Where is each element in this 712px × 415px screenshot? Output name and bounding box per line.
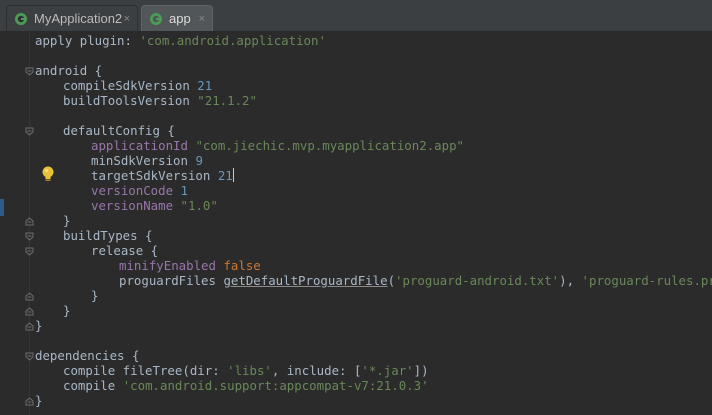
text-caret bbox=[232, 168, 234, 182]
tab-app[interactable]: app × bbox=[141, 5, 213, 31]
code-line: compile fileTree(dir: 'libs', include: [… bbox=[63, 363, 429, 378]
code-line: compile 'com.android.support:appcompat-v… bbox=[63, 378, 429, 393]
gradle-project-icon bbox=[149, 12, 163, 26]
fold-marker-icon[interactable] bbox=[25, 292, 34, 301]
code-line: } bbox=[35, 393, 43, 408]
code-line: versionName "1.0" bbox=[91, 198, 218, 213]
fold-marker-icon[interactable] bbox=[25, 397, 34, 406]
code-line: targetSdkVersion 21 bbox=[91, 168, 234, 183]
close-icon[interactable]: × bbox=[124, 13, 130, 25]
code-editor[interactable]: apply plugin: 'com.android.application' … bbox=[35, 33, 712, 415]
editor-tab-bar: MyApplication2 × app × bbox=[0, 0, 712, 32]
code-line: } bbox=[35, 318, 43, 333]
gradle-project-icon bbox=[14, 12, 28, 26]
code-line: buildTypes { bbox=[63, 228, 153, 243]
code-line: } bbox=[63, 303, 71, 318]
fold-marker-icon[interactable] bbox=[25, 67, 34, 76]
fold-marker-icon[interactable] bbox=[25, 247, 34, 256]
structure-marker bbox=[0, 199, 4, 216]
code-line: compileSdkVersion 21 bbox=[63, 78, 213, 93]
tab-label: app bbox=[169, 11, 191, 26]
tab-myapplication2[interactable]: MyApplication2 × bbox=[6, 5, 138, 31]
code-line: defaultConfig { bbox=[63, 123, 175, 138]
code-line: minifyEnabled false bbox=[119, 258, 261, 273]
code-line: } bbox=[91, 288, 99, 303]
tab-label: MyApplication2 bbox=[34, 11, 123, 26]
fold-marker-icon[interactable] bbox=[25, 352, 34, 361]
fold-marker-icon[interactable] bbox=[25, 307, 34, 316]
code-line: minSdkVersion 9 bbox=[91, 153, 203, 168]
fold-marker-icon[interactable] bbox=[25, 232, 34, 241]
code-line: proguardFiles getDefaultProguardFile('pr… bbox=[119, 273, 712, 288]
code-line: dependencies { bbox=[35, 348, 140, 363]
code-line: release { bbox=[91, 243, 159, 258]
code-line: buildToolsVersion "21.1.2" bbox=[63, 93, 257, 108]
code-line: applicationId "com.jiechic.mvp.myapplica… bbox=[91, 138, 464, 153]
close-icon[interactable]: × bbox=[199, 13, 205, 25]
fold-marker-icon[interactable] bbox=[25, 322, 34, 331]
fold-marker-icon[interactable] bbox=[25, 217, 34, 226]
code-line: apply plugin: 'com.android.application' bbox=[35, 33, 326, 48]
code-line: } bbox=[63, 213, 71, 228]
fold-marker-icon[interactable] bbox=[25, 127, 34, 136]
code-line: versionCode 1 bbox=[91, 183, 188, 198]
code-line: android { bbox=[35, 63, 103, 78]
